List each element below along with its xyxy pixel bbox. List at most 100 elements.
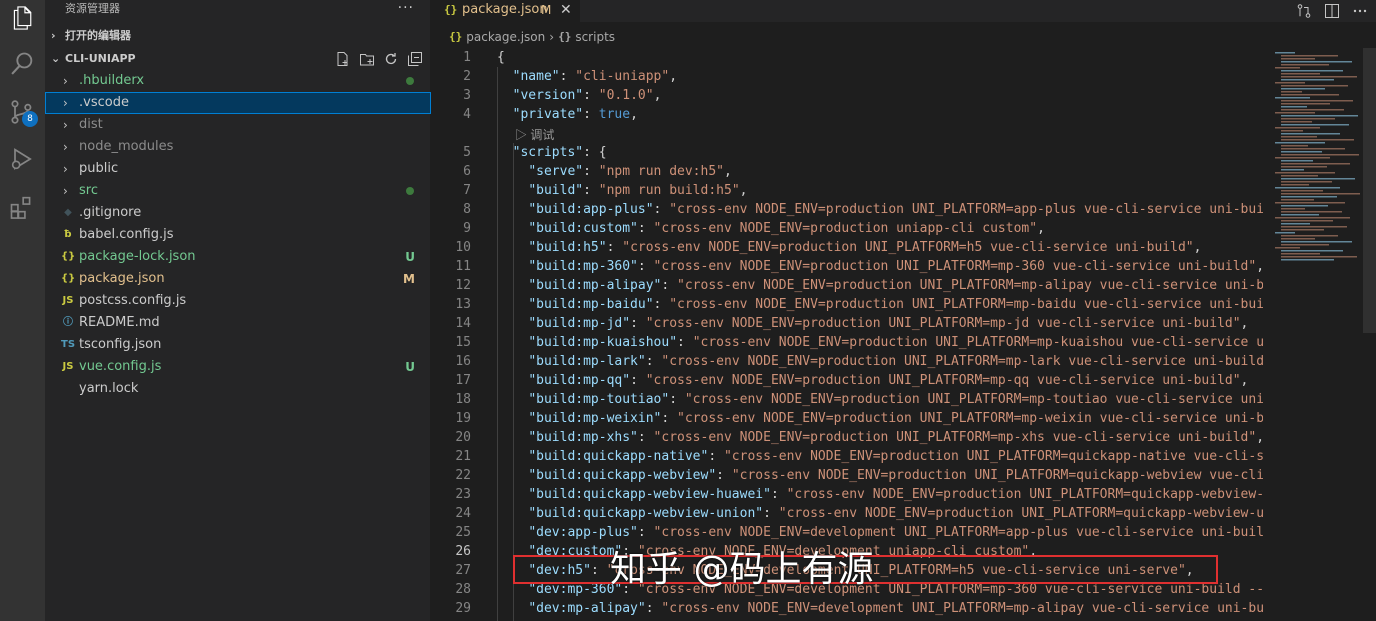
split-editor-icon[interactable] <box>1324 3 1340 19</box>
minimap-line <box>1281 145 1308 147</box>
chevron-right-icon: › <box>63 162 68 176</box>
code-token: "build:mp-qq" <box>528 373 631 388</box>
line-text: "version": "0.1.0", <box>497 86 662 105</box>
tab-package-json[interactable]: {} package.json M ✕ <box>431 0 581 22</box>
chevron-right-icon: › <box>63 118 68 132</box>
indent-guide <box>513 143 514 621</box>
minimap-line <box>1275 112 1315 114</box>
code-token: "private" <box>512 107 584 122</box>
minimap-line <box>1281 148 1345 150</box>
tree-item-label: postcss.config.js <box>79 293 187 308</box>
file-yarn-lock[interactable]: yarn.lock <box>45 378 431 400</box>
minimap[interactable] <box>1263 48 1363 621</box>
project-section[interactable]: ⌄ CLI-UNIAPP <box>45 48 431 70</box>
minimap-line <box>1281 76 1357 78</box>
file-gitignore[interactable]: ◆ .gitignore <box>45 202 431 224</box>
open-changes-icon[interactable] <box>1296 3 1312 19</box>
minimap-line <box>1281 115 1358 117</box>
code-token: : <box>583 88 599 103</box>
line-text: "private": true, <box>497 105 638 124</box>
folder-dist[interactable]: › dist <box>45 114 431 136</box>
code-editor[interactable]: 1{2 "name": "cli-uniapp", 3 "version": "0… <box>431 48 1263 621</box>
new-file-icon[interactable] <box>335 51 351 67</box>
search-icon[interactable] <box>8 50 36 78</box>
more-actions-button[interactable]: ··· <box>398 0 414 16</box>
tree-item-label: .gitignore <box>79 205 142 220</box>
line-number: 28 <box>455 582 471 597</box>
minimap-line <box>1281 199 1314 201</box>
tree-item-label: public <box>79 161 119 176</box>
minimap-line <box>1281 190 1323 192</box>
tab-label: package.json <box>462 2 548 17</box>
js-icon: JS <box>62 361 74 372</box>
minimap-line <box>1281 181 1332 183</box>
tree-item-label: src <box>79 183 98 198</box>
file-package-lock-json[interactable]: {} package-lock.json U <box>45 246 431 268</box>
watermark: 知乎 @码上有源 <box>610 549 874 590</box>
line-number: 3 <box>463 88 471 103</box>
code-line: 8 "build:app-plus": "cross-env NODE_ENV=… <box>431 200 1263 219</box>
breadcrumb-section[interactable]: scripts <box>575 27 615 47</box>
line-text: "serve": "npm run dev:h5", <box>497 162 732 181</box>
code-token: "cross-env NODE_ENV=production uniapp-cl… <box>653 221 1038 236</box>
debug-codelens[interactable]: ▷ 调试 <box>515 126 554 143</box>
code-token: , <box>669 69 678 84</box>
tree-item-label: .vscode <box>79 95 129 110</box>
chevron-right-icon: › <box>63 74 68 88</box>
explorer-icon[interactable] <box>8 4 36 32</box>
file-package-json[interactable]: {} package.json M <box>45 268 431 290</box>
scrollbar-thumb[interactable] <box>1363 48 1376 333</box>
code-token: : <box>763 506 779 521</box>
file-tsconfig-json[interactable]: TS tsconfig.json <box>45 334 431 356</box>
collapse-all-icon[interactable] <box>407 51 423 67</box>
file-babel-config-js[interactable]: ƀ babel.config.js <box>45 224 431 246</box>
code-token: : <box>716 468 732 483</box>
minimap-line <box>1281 244 1329 246</box>
more-icon[interactable] <box>1352 3 1368 19</box>
minimap-line <box>1275 247 1300 249</box>
minimap-line <box>1281 235 1338 237</box>
minimap-line <box>1281 256 1357 258</box>
code-token: "build:app-plus" <box>528 202 654 217</box>
line-number: 1 <box>463 50 471 65</box>
code-token: , <box>1256 430 1263 445</box>
run-debug-icon[interactable] <box>8 145 36 173</box>
extensions-icon[interactable] <box>8 193 36 221</box>
line-number: 25 <box>455 525 471 540</box>
minimap-line <box>1281 208 1305 210</box>
line-number: 11 <box>455 259 471 274</box>
minimap-line <box>1281 91 1302 93</box>
code-token: "cross-env NODE_ENV=development UNI_PLAT… <box>653 525 1263 540</box>
minimap-line <box>1275 142 1325 144</box>
folder-src[interactable]: › src <box>45 180 431 202</box>
code-token: "build:mp-jd" <box>528 316 631 331</box>
close-icon[interactable]: ✕ <box>560 0 572 20</box>
breadcrumb-file[interactable]: package.json <box>466 27 545 47</box>
code-line: 24 "build:quickapp-webview-union": "cros… <box>431 504 1263 523</box>
file-postcss-config-js[interactable]: JS postcss.config.js <box>45 290 431 312</box>
code-line: 21 "build:quickapp-native": "cross-env N… <box>431 447 1263 466</box>
new-folder-icon[interactable] <box>359 51 375 67</box>
folder-node_modules[interactable]: › node_modules <box>45 136 431 158</box>
folder-public[interactable]: › public <box>45 158 431 180</box>
file-README-md[interactable]: ⓘ README.md <box>45 312 431 334</box>
minimap-line <box>1281 94 1339 96</box>
line-number: 20 <box>455 430 471 445</box>
open-editors-section[interactable]: › 打开的编辑器 <box>45 25 431 47</box>
info-icon: ⓘ <box>63 317 73 328</box>
minimap-line <box>1281 163 1350 165</box>
explorer-title: 资源管理器 <box>65 2 120 15</box>
folder-hbuilderx[interactable]: › .hbuilderx <box>45 70 431 92</box>
folder-vscode[interactable]: › .vscode <box>45 92 431 114</box>
code-token: : <box>770 487 787 502</box>
code-token: "cross-env NODE_ENV=production UNI_PLATF… <box>677 278 1263 293</box>
code-line: 7 "build": "npm run build:h5", <box>431 181 1263 200</box>
minimap-line <box>1275 97 1310 99</box>
line-text: "build:h5": "cross-env NODE_ENV=producti… <box>497 238 1201 257</box>
code-token: "cross-env NODE_ENV=production UNI_PLATF… <box>645 373 1241 388</box>
code-token: { <box>497 50 505 65</box>
file-vue-config-js[interactable]: JS vue.config.js U <box>45 356 431 378</box>
refresh-icon[interactable] <box>383 51 399 67</box>
tab-bar: {} package.json M ✕ <box>431 0 1376 22</box>
